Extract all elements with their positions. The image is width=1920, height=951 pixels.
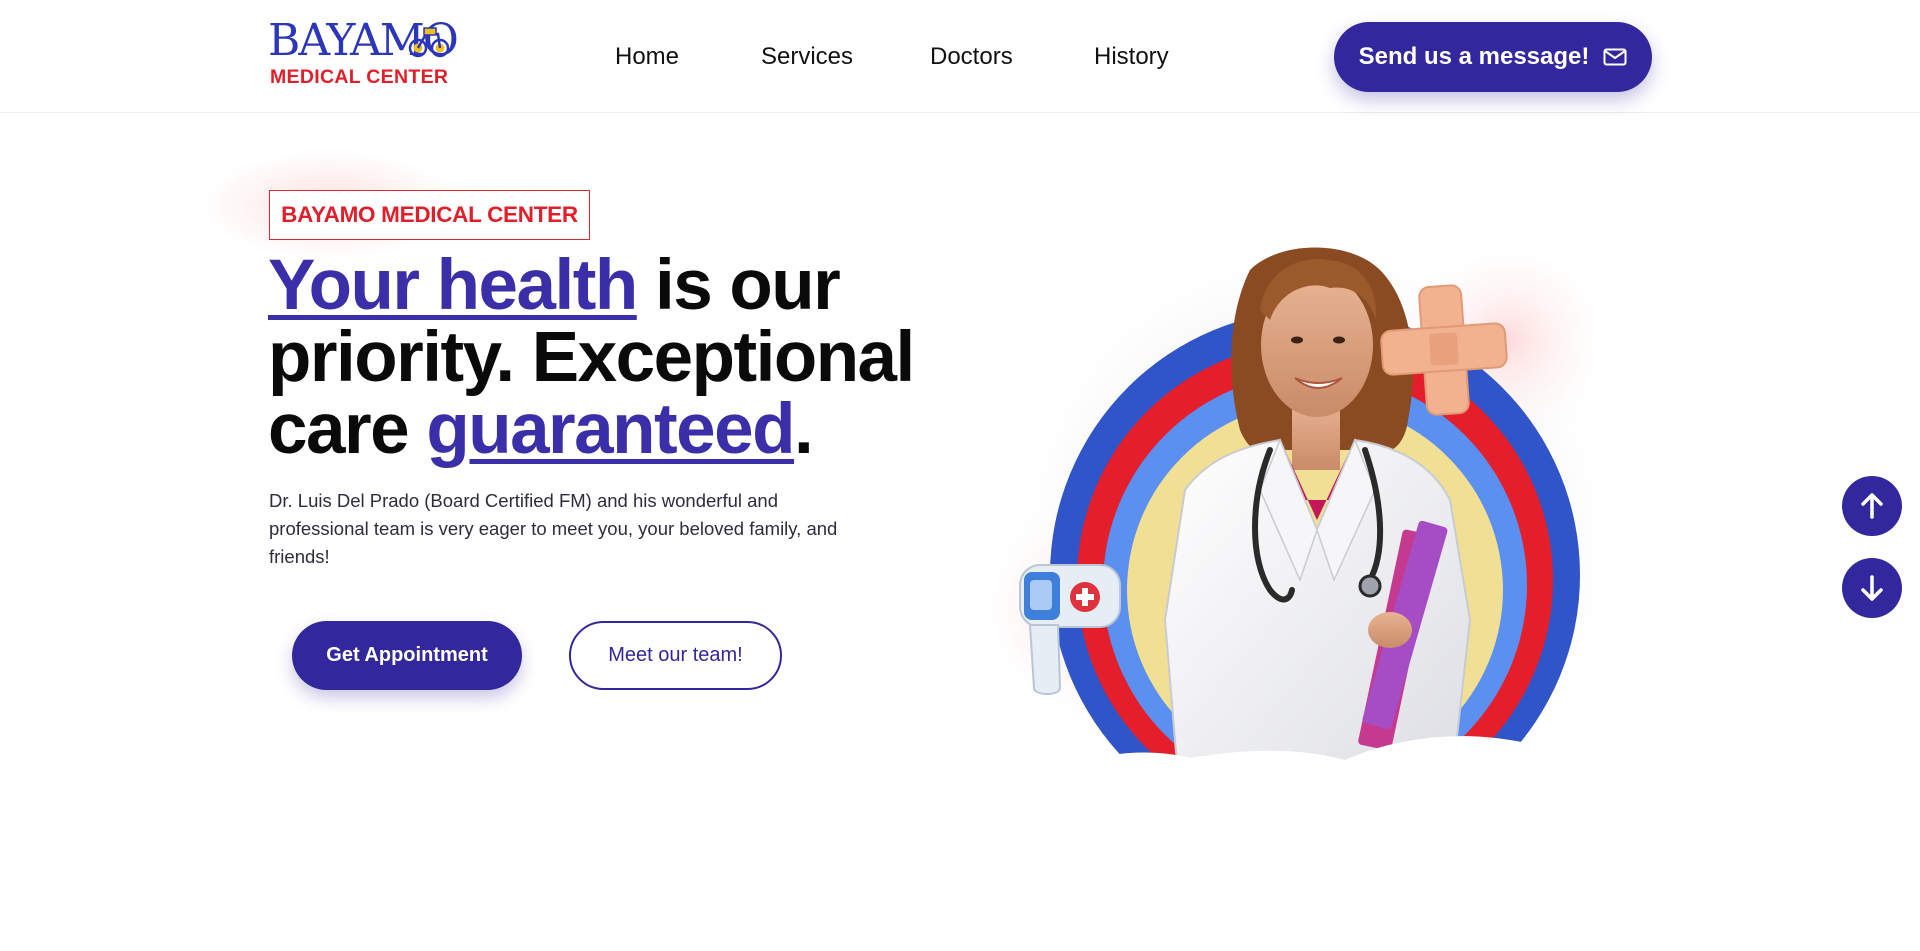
scroll-up-button[interactable]: [1842, 476, 1902, 536]
send-message-button[interactable]: Send us a message!: [1334, 22, 1652, 92]
headline-highlight-1: Your health: [268, 246, 638, 325]
tricycle-icon: [408, 27, 450, 58]
meet-team-button[interactable]: Meet our team!: [569, 621, 782, 690]
get-appointment-label: Get Appointment: [326, 644, 488, 666]
envelope-icon: [1603, 48, 1627, 66]
send-message-label: Send us a message!: [1358, 43, 1590, 70]
hero-tag-label: BAYAMO MEDICAL CENTER: [281, 202, 578, 227]
brand-logo[interactable]: BAYAMO MEDICAL CENTER: [268, 18, 459, 89]
scroll-down-button[interactable]: [1842, 558, 1902, 618]
nav-home[interactable]: Home: [615, 40, 679, 74]
hero-tag: BAYAMO MEDICAL CENTER: [269, 190, 590, 240]
nav-history[interactable]: History: [1094, 40, 1169, 74]
hero-headline: Your health is our priority. Exceptional…: [268, 250, 918, 466]
site-header: BAYAMO MEDICAL CENTER Home Services Doct…: [0, 0, 1920, 113]
arrow-up-icon: [1861, 493, 1883, 519]
arrow-down-icon: [1861, 575, 1883, 601]
meet-team-label: Meet our team!: [608, 644, 743, 666]
get-appointment-button[interactable]: Get Appointment: [292, 621, 522, 690]
doctor-illustration: [970, 215, 1645, 860]
headline-highlight-2: guaranteed: [426, 390, 795, 469]
nav-services[interactable]: Services: [761, 40, 853, 74]
logo-subtitle: MEDICAL CENTER: [270, 66, 449, 88]
hero-description: Dr. Luis Del Prado (Board Certified FM) …: [269, 490, 838, 567]
headline-text-2: .: [794, 390, 814, 469]
nav-doctors[interactable]: Doctors: [930, 40, 1013, 74]
